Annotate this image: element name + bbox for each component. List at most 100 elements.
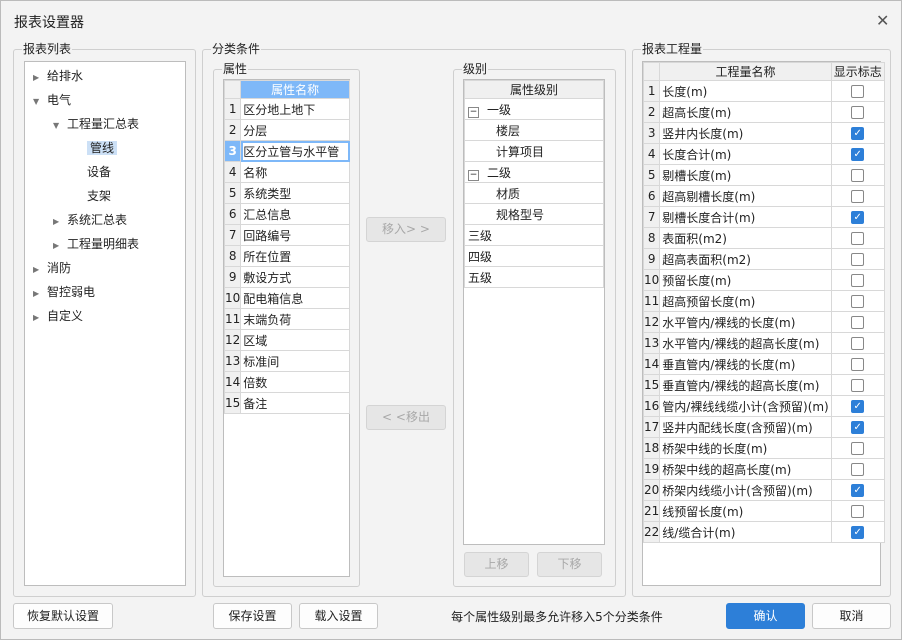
level-row[interactable]: − 一级 bbox=[464, 98, 604, 120]
attribute-name-cell[interactable]: 名称 bbox=[240, 161, 350, 183]
attribute-name-cell[interactable]: 区分地上地下 bbox=[240, 98, 350, 120]
attribute-name-cell[interactable]: 所在位置 bbox=[240, 245, 350, 267]
tree-item[interactable]: ▶ 自定义 bbox=[33, 306, 83, 326]
move-in-button[interactable]: 移入> > bbox=[366, 217, 446, 242]
tree-item[interactable]: 管线 bbox=[57, 138, 118, 158]
show-flag-checkbox[interactable] bbox=[851, 316, 865, 329]
level-row[interactable]: − 二级 bbox=[464, 161, 604, 183]
table-row[interactable]: 19 桥架中线的超高长度(m) bbox=[642, 458, 885, 480]
tree-item[interactable]: ▶ 给排水 bbox=[33, 66, 83, 86]
table-row[interactable]: 5 系统类型 bbox=[223, 182, 350, 204]
level-row[interactable]: 楼层 bbox=[464, 119, 604, 141]
show-flag-checkbox[interactable]: ✓ bbox=[851, 211, 865, 224]
table-row[interactable]: 8 所在位置 bbox=[223, 245, 350, 267]
attribute-name-cell[interactable]: 回路编号 bbox=[240, 224, 350, 246]
attribute-name-cell[interactable]: 末端负荷 bbox=[240, 308, 350, 330]
caret-down-icon[interactable]: ▼ bbox=[53, 116, 67, 136]
tree-item[interactable]: 设备 bbox=[57, 162, 111, 182]
table-row[interactable]: 10 配电箱信息 bbox=[223, 287, 350, 309]
collapse-icon[interactable]: − bbox=[468, 169, 479, 181]
attribute-name-cell[interactable]: 系统类型 bbox=[240, 182, 350, 204]
show-flag-checkbox[interactable] bbox=[851, 232, 865, 245]
table-row[interactable]: 15 垂直管内/裸线的超高长度(m) bbox=[642, 374, 885, 396]
show-flag-checkbox[interactable] bbox=[851, 358, 865, 371]
tree-item[interactable]: ▼ 电气 bbox=[33, 90, 71, 110]
caret-right-icon[interactable]: ▶ bbox=[33, 68, 47, 88]
close-icon[interactable]: ✕ bbox=[876, 11, 889, 30]
level-row[interactable]: 材质 bbox=[464, 182, 604, 204]
show-flag-checkbox[interactable]: ✓ bbox=[851, 400, 865, 413]
move-down-button[interactable]: 下移 bbox=[537, 552, 602, 577]
table-row[interactable]: 6 超高剔槽长度(m) bbox=[642, 185, 885, 207]
show-flag-checkbox[interactable] bbox=[851, 169, 865, 182]
show-flag-checkbox[interactable] bbox=[851, 379, 865, 392]
move-up-button[interactable]: 上移 bbox=[464, 552, 529, 577]
attribute-name-cell[interactable]: 区分立管与水平管 bbox=[240, 140, 350, 162]
table-row[interactable]: 2 超高长度(m) bbox=[642, 101, 885, 123]
table-row[interactable]: 4 长度合计(m) ✓ bbox=[642, 143, 885, 165]
level-row[interactable]: 五级 bbox=[464, 266, 604, 288]
table-row[interactable]: 22 线/缆合计(m) ✓ bbox=[642, 521, 885, 543]
table-row[interactable]: 16 管内/裸线线缆小计(含预留)(m) ✓ bbox=[642, 395, 885, 417]
show-flag-checkbox[interactable] bbox=[851, 85, 865, 98]
show-flag-checkbox[interactable]: ✓ bbox=[851, 421, 865, 434]
table-row[interactable]: 1 长度(m) bbox=[642, 80, 885, 102]
table-row[interactable]: 4 名称 bbox=[223, 161, 350, 183]
tree-item[interactable]: 支架 bbox=[57, 186, 111, 206]
show-flag-checkbox[interactable]: ✓ bbox=[851, 526, 865, 539]
table-row[interactable]: 8 表面积(m2) bbox=[642, 227, 885, 249]
show-flag-checkbox[interactable] bbox=[851, 106, 865, 119]
table-row[interactable]: 9 敷设方式 bbox=[223, 266, 350, 288]
table-row[interactable]: 2 分层 bbox=[223, 119, 350, 141]
collapse-icon[interactable]: − bbox=[468, 106, 479, 118]
attribute-name-cell[interactable]: 区域 bbox=[240, 329, 350, 351]
table-row[interactable]: 7 回路编号 bbox=[223, 224, 350, 246]
table-row[interactable]: 11 末端负荷 bbox=[223, 308, 350, 330]
table-row[interactable]: 17 竖井内配线长度(含预留)(m) ✓ bbox=[642, 416, 885, 438]
attribute-name-cell[interactable]: 倍数 bbox=[240, 371, 350, 393]
attribute-name-cell[interactable]: 分层 bbox=[240, 119, 350, 141]
table-row[interactable]: 18 桥架中线的长度(m) bbox=[642, 437, 885, 459]
show-flag-checkbox[interactable] bbox=[851, 442, 865, 455]
move-out-button[interactable]: < <移出 bbox=[366, 405, 446, 430]
table-row[interactable]: 12 区域 bbox=[223, 329, 350, 351]
table-row[interactable]: 15 备注 bbox=[223, 392, 350, 414]
level-row[interactable]: 四级 bbox=[464, 245, 604, 267]
table-row[interactable]: 11 超高预留长度(m) bbox=[642, 290, 885, 312]
caret-right-icon[interactable]: ▶ bbox=[33, 260, 47, 280]
show-flag-checkbox[interactable]: ✓ bbox=[851, 148, 865, 161]
caret-down-icon[interactable]: ▼ bbox=[33, 92, 47, 112]
tree-item[interactable]: ▼ 工程量汇总表 bbox=[53, 114, 139, 134]
attribute-name-cell[interactable]: 备注 bbox=[240, 392, 350, 414]
tree-item[interactable]: ▶ 工程量明细表 bbox=[53, 234, 139, 254]
tree-item[interactable]: ▶ 消防 bbox=[33, 258, 71, 278]
table-row[interactable]: 9 超高表面积(m2) bbox=[642, 248, 885, 270]
caret-right-icon[interactable]: ▶ bbox=[53, 236, 67, 256]
table-row[interactable]: 6 汇总信息 bbox=[223, 203, 350, 225]
table-row[interactable]: 14 垂直管内/裸线的长度(m) bbox=[642, 353, 885, 375]
restore-defaults-button[interactable]: 恢复默认设置 bbox=[13, 603, 113, 629]
attribute-name-cell[interactable]: 配电箱信息 bbox=[240, 287, 350, 309]
tree-item[interactable]: ▶ 智控弱电 bbox=[33, 282, 95, 302]
save-settings-button[interactable]: 保存设置 bbox=[213, 603, 292, 629]
table-row[interactable]: 12 水平管内/裸线的长度(m) bbox=[642, 311, 885, 333]
show-flag-checkbox[interactable] bbox=[851, 274, 865, 287]
table-row[interactable]: 3 区分立管与水平管 bbox=[223, 140, 350, 162]
table-row[interactable]: 20 桥架内线缆小计(含预留)(m) ✓ bbox=[642, 479, 885, 501]
show-flag-checkbox[interactable] bbox=[851, 295, 865, 308]
caret-right-icon[interactable]: ▶ bbox=[53, 212, 67, 232]
caret-right-icon[interactable]: ▶ bbox=[33, 308, 47, 328]
table-row[interactable]: 13 标准间 bbox=[223, 350, 350, 372]
show-flag-checkbox[interactable]: ✓ bbox=[851, 484, 865, 497]
table-row[interactable]: 3 竖井内长度(m) ✓ bbox=[642, 122, 885, 144]
cancel-button[interactable]: 取消 bbox=[812, 603, 891, 629]
show-flag-checkbox[interactable] bbox=[851, 337, 865, 350]
table-row[interactable]: 7 剔槽长度合计(m) ✓ bbox=[642, 206, 885, 228]
show-flag-checkbox[interactable] bbox=[851, 253, 865, 266]
tree-item[interactable]: ▶ 系统汇总表 bbox=[53, 210, 127, 230]
table-row[interactable]: 21 线预留长度(m) bbox=[642, 500, 885, 522]
attribute-name-cell[interactable]: 敷设方式 bbox=[240, 266, 350, 288]
level-row[interactable]: 计算项目 bbox=[464, 140, 604, 162]
table-row[interactable]: 5 剔槽长度(m) bbox=[642, 164, 885, 186]
load-settings-button[interactable]: 载入设置 bbox=[299, 603, 378, 629]
